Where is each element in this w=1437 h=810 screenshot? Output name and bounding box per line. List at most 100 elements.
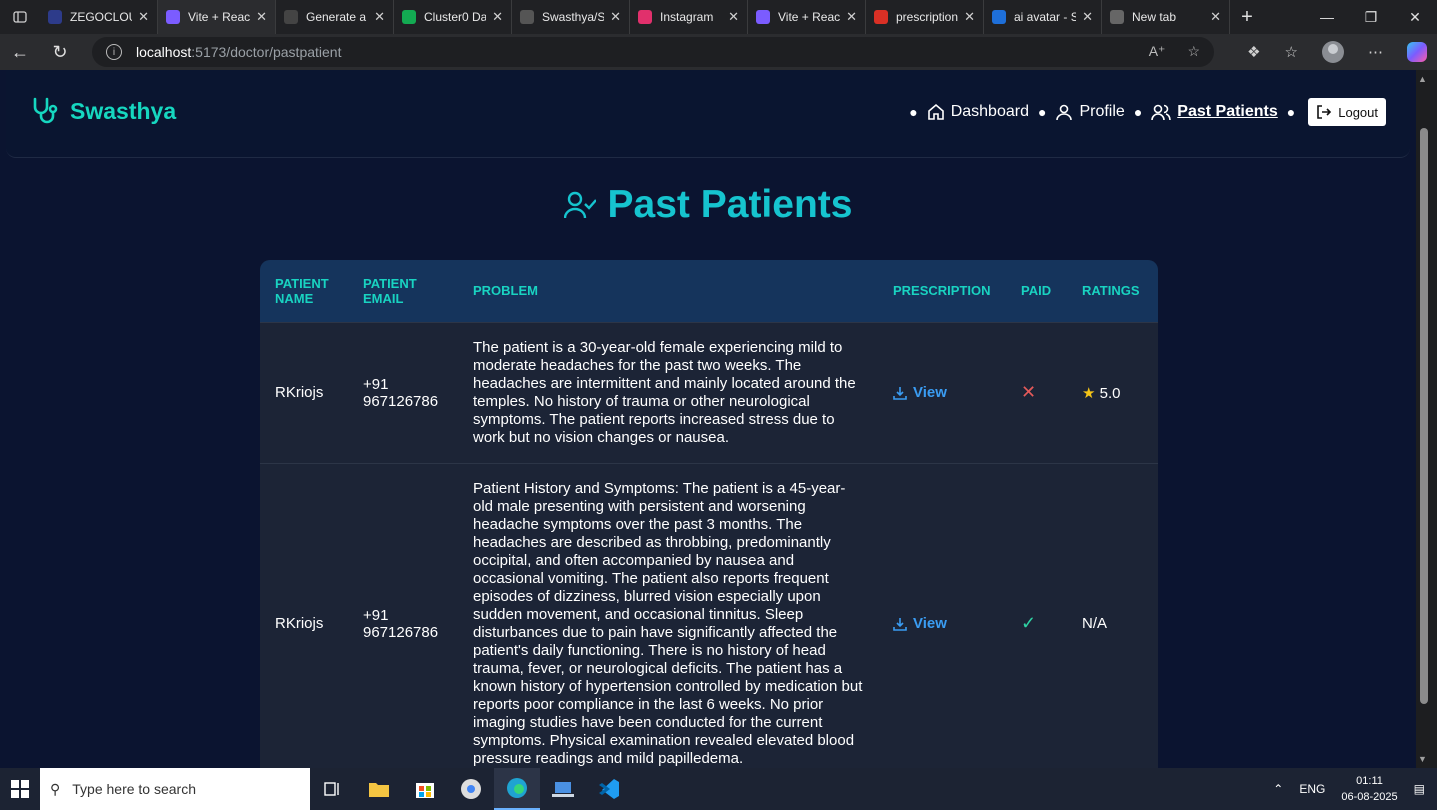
scroll-down-icon[interactable]: ▼	[1418, 754, 1427, 764]
tab-favicon	[1110, 10, 1124, 24]
app-header: Swasthya ● Dashboard ● Profile ● Past Pa…	[6, 70, 1410, 158]
page-title-text: Past Patients	[607, 183, 853, 226]
tab-favicon	[874, 10, 888, 24]
chrome-icon[interactable]	[448, 768, 494, 810]
scrollbar-thumb[interactable]	[1420, 128, 1428, 704]
tab-6[interactable]: Vite + React ✕	[748, 0, 866, 34]
brand[interactable]: Swasthya	[30, 96, 176, 126]
patient-email: +91 967126786	[348, 462, 458, 768]
tab-actions-icon[interactable]	[0, 0, 40, 34]
read-aloud-icon[interactable]: A⁺	[1149, 43, 1166, 60]
tab-title: Vite + React	[778, 10, 841, 24]
close-window-icon[interactable]: ✕	[1393, 0, 1437, 34]
tab-close-icon[interactable]: ✕	[138, 9, 149, 25]
tab-title: Swasthya/Sw	[542, 10, 604, 24]
profile-avatar[interactable]	[1322, 41, 1344, 63]
minimize-icon[interactable]: —	[1305, 0, 1349, 34]
taskbar-search[interactable]: ⚲ Type here to search	[40, 768, 310, 810]
nav-past-patients-label: Past Patients	[1177, 103, 1278, 120]
tab-title: New tab	[1132, 10, 1177, 24]
taskbar-search-placeholder: Type here to search	[72, 781, 197, 797]
view-prescription-link[interactable]: View	[893, 384, 991, 401]
view-label: View	[913, 615, 947, 632]
restore-icon[interactable]: ❐	[1349, 0, 1393, 34]
favorite-star-icon[interactable]: ☆	[1187, 43, 1200, 60]
address-bar[interactable]: i localhost:5173/doctor/pastpatient A⁺ ☆	[92, 37, 1214, 67]
col-header-name: PATIENT NAME	[260, 260, 348, 322]
tab-favicon	[48, 10, 62, 24]
stethoscope-icon	[33, 97, 58, 124]
logout-button[interactable]: Logout	[1308, 98, 1386, 126]
tab-close-icon[interactable]: ✕	[374, 9, 385, 25]
more-menu-icon[interactable]: ⋯	[1368, 43, 1383, 61]
page-scrollbar[interactable]: ▲ ▼	[1416, 70, 1437, 768]
tab-close-icon[interactable]: ✕	[1210, 9, 1221, 25]
vscode-icon[interactable]	[586, 768, 632, 810]
tab-close-icon[interactable]: ✕	[1082, 9, 1093, 25]
view-label: View	[913, 384, 947, 401]
edge-icon[interactable]	[494, 768, 540, 810]
nav-past-patients[interactable]: Past Patients	[1151, 103, 1278, 121]
tab-4[interactable]: Swasthya/Sw ✕	[512, 0, 630, 34]
copilot-icon[interactable]	[1407, 42, 1427, 62]
laptop-app-icon[interactable]	[540, 768, 586, 810]
nav-dashboard[interactable]: Dashboard	[927, 103, 1029, 121]
clock[interactable]: 01:11 06-08-2025	[1341, 773, 1397, 805]
extensions-icon[interactable]: ❖	[1247, 43, 1260, 61]
brand-name: Swasthya	[70, 97, 177, 124]
nav-dashboard-label: Dashboard	[950, 103, 1029, 120]
tab-5[interactable]: Instagram ✕	[630, 0, 748, 34]
clock-date: 06-08-2025	[1341, 791, 1398, 803]
unpaid-x-icon: ✕	[1021, 382, 1037, 402]
address-toolbar: ← ↻ i localhost:5173/doctor/pastpatient …	[0, 34, 1437, 70]
taskbar: ⚲ Type here to search ⌃ ENG 01:11 06-08-…	[0, 768, 1437, 810]
col-header-problem: PROBLEM	[458, 260, 878, 322]
download-icon	[893, 617, 907, 631]
language-indicator[interactable]: ENG	[1299, 782, 1325, 796]
view-prescription-link[interactable]: View	[893, 615, 991, 632]
store-icon[interactable]	[402, 768, 448, 810]
col-header-ratings: RATINGS	[1067, 260, 1158, 322]
notifications-icon[interactable]: ▤	[1414, 782, 1425, 796]
tab-3[interactable]: Cluster0 Dat ✕	[394, 0, 512, 34]
tab-close-icon[interactable]: ✕	[256, 9, 267, 25]
patient-problem: Patient History and Symptoms: The patien…	[458, 462, 878, 768]
back-icon[interactable]: ←	[0, 34, 40, 70]
window-controls: — ❐ ✕	[1305, 0, 1437, 34]
tab-favicon	[992, 10, 1006, 24]
tab-9[interactable]: New tab ✕	[1102, 0, 1230, 34]
url-host: localhost	[136, 44, 192, 60]
tab-favicon	[402, 10, 416, 24]
tab-close-icon[interactable]: ✕	[610, 9, 621, 25]
main-nav: ● Dashboard ● Profile ● Past Patients ●	[900, 98, 1386, 126]
site-info-icon[interactable]: i	[106, 44, 122, 60]
file-explorer-icon[interactable]	[356, 768, 402, 810]
tab-8[interactable]: ai avatar - Se ✕	[984, 0, 1102, 34]
tab-0[interactable]: ZEGOCLOUD ✕	[40, 0, 158, 34]
tab-close-icon[interactable]: ✕	[846, 9, 857, 25]
paid-check-icon: ✓	[1021, 613, 1037, 633]
refresh-icon[interactable]: ↻	[40, 34, 80, 70]
scroll-up-icon[interactable]: ▲	[1418, 74, 1427, 84]
tab-title: Generate a l	[306, 10, 369, 24]
task-view-icon[interactable]	[310, 768, 356, 810]
tab-2[interactable]: Generate a l ✕	[276, 0, 394, 34]
tab-close-icon[interactable]: ✕	[492, 9, 503, 25]
rating-value: 5.0	[1099, 384, 1121, 402]
download-icon	[893, 386, 907, 400]
past-patients-table: PATIENT NAME PATIENT EMAIL PROBLEM PRESC…	[260, 260, 1158, 768]
tab-close-icon[interactable]: ✕	[728, 9, 739, 25]
col-header-prescription: PRESCRIPTION	[878, 260, 1006, 322]
windows-start-icon[interactable]	[0, 768, 40, 810]
favorites-icon[interactable]: ☆	[1285, 43, 1298, 61]
url-path: :5173/doctor/pastpatient	[191, 44, 342, 60]
tab-1[interactable]: Vite + React ✕	[158, 0, 276, 34]
user-icon	[1056, 104, 1073, 121]
tab-title: Instagram	[660, 10, 714, 24]
nav-profile[interactable]: Profile	[1055, 103, 1125, 121]
new-tab-button[interactable]: +	[1230, 0, 1264, 34]
tab-7[interactable]: prescription ✕	[866, 0, 984, 34]
show-hidden-icons[interactable]: ⌃	[1273, 782, 1283, 796]
tab-close-icon[interactable]: ✕	[964, 9, 975, 25]
tab-favicon	[638, 10, 652, 24]
